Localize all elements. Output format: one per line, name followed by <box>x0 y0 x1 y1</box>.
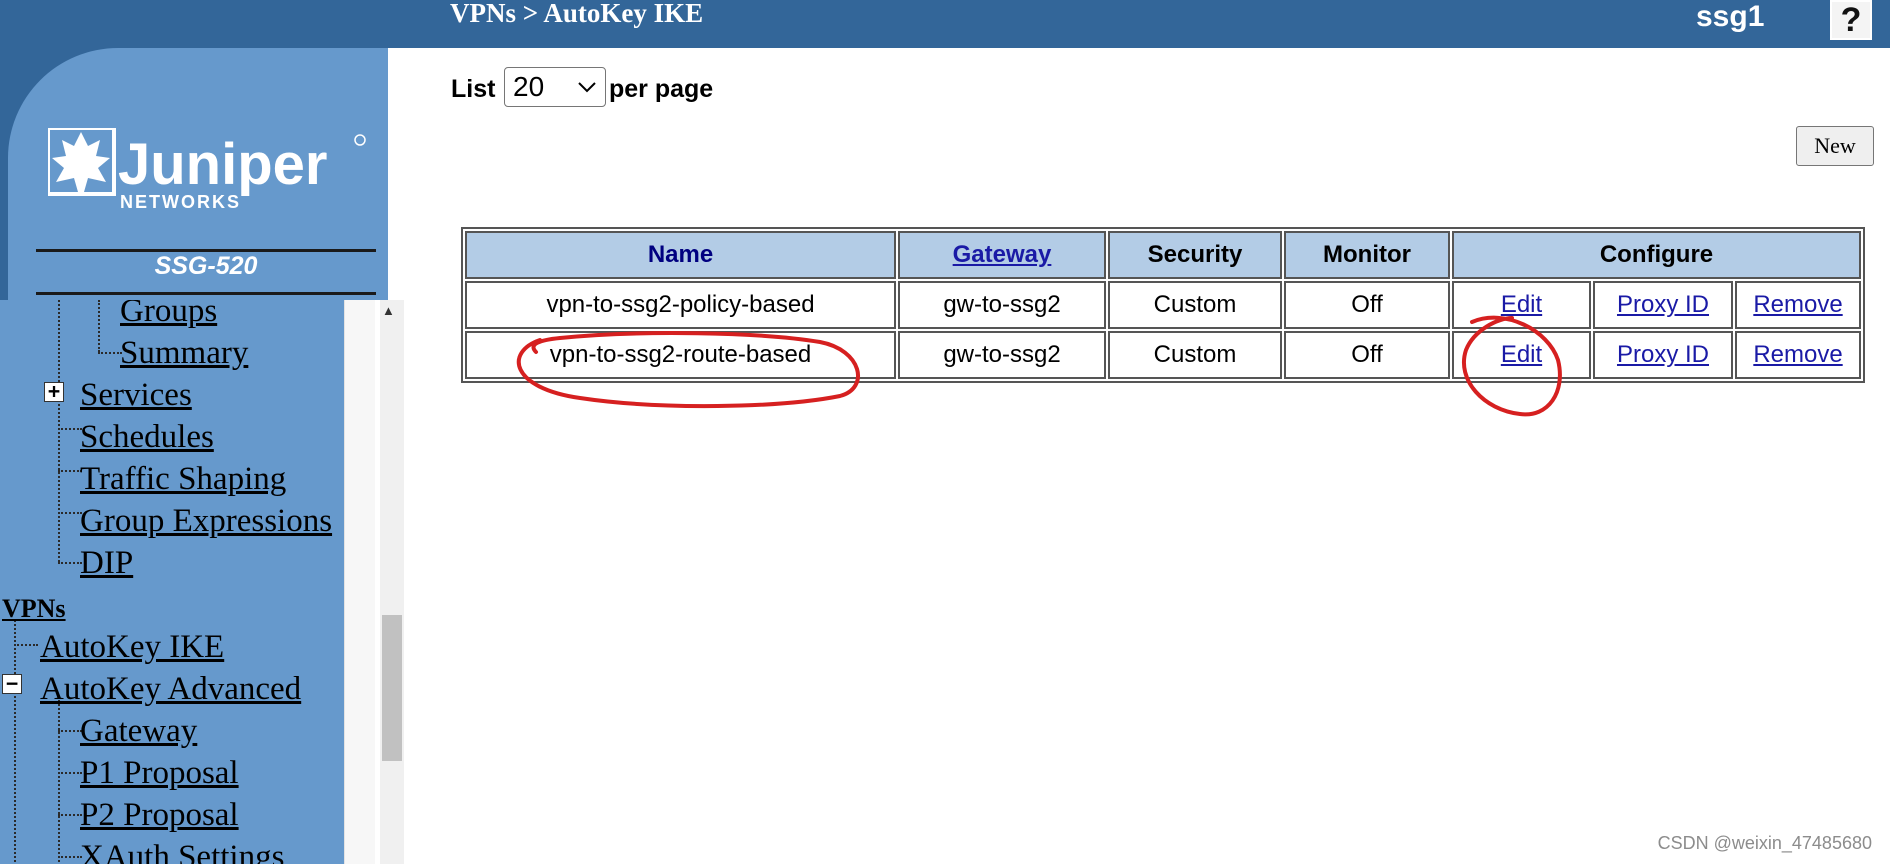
vpn-name-cell: vpn-to-ssg2-route-based <box>465 331 896 379</box>
tree-line <box>58 562 82 564</box>
logo-subtext: NETWORKS <box>120 192 241 212</box>
table-row: vpn-to-ssg2-route-based gw-to-ssg2 Custo… <box>465 331 1861 379</box>
help-button[interactable]: ? <box>1830 0 1872 40</box>
proxy-id-cell: Proxy ID <box>1593 331 1733 379</box>
per-page-select[interactable]: 20 <box>504 67 606 107</box>
nav-item-autokey-advanced[interactable]: AutoKey Advanced <box>40 670 301 708</box>
gateway-cell: gw-to-ssg2 <box>898 281 1106 329</box>
nav-item-p1-proposal[interactable]: P1 Proposal <box>80 754 239 792</box>
nav-item-autokey-ike[interactable]: AutoKey IKE <box>40 628 224 666</box>
remove-link[interactable]: Remove <box>1753 341 1842 368</box>
collapse-icon[interactable]: − <box>2 673 22 694</box>
device-hostname: ssg1 <box>1696 0 1765 33</box>
column-header-monitor: Monitor <box>1284 231 1450 279</box>
logo-panel: Juniper NETWORKS SSG-520 <box>0 48 388 300</box>
gateway-sort-link[interactable]: Gateway <box>953 241 1052 268</box>
table-row: vpn-to-ssg2-policy-based gw-to-ssg2 Cust… <box>465 281 1861 329</box>
autokey-ike-table: Name Gateway Security Monitor Configure … <box>461 227 1865 383</box>
nav-item-vpns[interactable]: VPNs <box>2 590 66 628</box>
tree-line <box>58 772 82 774</box>
column-header-gateway[interactable]: Gateway <box>898 231 1106 279</box>
tree-line <box>58 428 82 430</box>
tree-line <box>58 730 82 732</box>
nav-item-group-expressions[interactable]: Group Expressions <box>80 502 332 540</box>
monitor-cell: Off <box>1284 281 1450 329</box>
proxy-id-cell: Proxy ID <box>1593 281 1733 329</box>
tree-line <box>58 300 60 562</box>
watermark: CSDN @weixin_47485680 <box>1657 833 1872 853</box>
proxy-id-link[interactable]: Proxy ID <box>1617 291 1709 318</box>
tree-line <box>58 814 82 816</box>
chevron-down-icon <box>578 82 596 93</box>
device-model: SSG-520 <box>154 252 258 280</box>
edit-cell: Edit <box>1452 281 1591 329</box>
proxy-id-link[interactable]: Proxy ID <box>1617 341 1709 368</box>
tree-line <box>58 512 82 514</box>
breadcrumb: VPNs > AutoKey IKE <box>450 0 704 28</box>
column-header-name: Name <box>465 231 896 279</box>
edit-link[interactable]: Edit <box>1501 341 1542 368</box>
nav-item-schedules[interactable]: Schedules <box>80 418 214 456</box>
vpn-name-cell: vpn-to-ssg2-policy-based <box>465 281 896 329</box>
security-cell: Custom <box>1108 331 1282 379</box>
column-header-configure: Configure <box>1452 231 1861 279</box>
nav-edge <box>344 300 375 864</box>
juniper-logo: Juniper NETWORKS <box>48 128 366 212</box>
scroll-up-arrow-icon[interactable]: ▲ <box>382 303 395 318</box>
edit-link[interactable]: Edit <box>1501 291 1542 318</box>
logo-panel-background: Juniper NETWORKS SSG-520 <box>8 48 388 300</box>
tree-line <box>58 470 82 472</box>
tree-line <box>14 644 38 646</box>
per-page-label: per page <box>609 75 714 103</box>
nav-item-xauth-settings[interactable]: XAuth Settings <box>80 838 284 864</box>
nav-item-groups[interactable]: Groups <box>120 300 217 330</box>
table-header-row: Name Gateway Security Monitor Configure <box>465 231 1861 279</box>
remove-cell: Remove <box>1735 331 1861 379</box>
nav-item-gateway[interactable]: Gateway <box>80 712 197 750</box>
nav-scrollbar[interactable] <box>380 300 404 864</box>
help-icon: ? <box>1840 0 1862 39</box>
tree-line <box>58 856 82 858</box>
divider-bottom <box>36 292 376 295</box>
tree-line <box>98 352 122 354</box>
nav-item-dip[interactable]: DIP <box>80 544 133 582</box>
nav-item-services[interactable]: Services <box>80 376 192 414</box>
remove-cell: Remove <box>1735 281 1861 329</box>
nav-item-p2-proposal[interactable]: P2 Proposal <box>80 796 239 834</box>
per-page-value: 20 <box>513 71 545 102</box>
tree-line <box>14 620 16 864</box>
monitor-cell: Off <box>1284 331 1450 379</box>
new-button[interactable]: New <box>1796 126 1874 166</box>
gateway-cell: gw-to-ssg2 <box>898 331 1106 379</box>
tree-line <box>98 300 100 352</box>
top-header-bar: VPNs > AutoKey IKE ssg1 ? <box>0 0 1890 48</box>
logo-wordmark: Juniper <box>118 132 328 197</box>
nav-item-traffic-shaping[interactable]: Traffic Shaping <box>80 460 286 498</box>
remove-link[interactable]: Remove <box>1753 291 1842 318</box>
edit-cell: Edit <box>1452 331 1591 379</box>
expand-icon[interactable]: + <box>44 381 64 402</box>
security-cell: Custom <box>1108 281 1282 329</box>
tree-line <box>58 700 60 864</box>
scrollbar-thumb[interactable] <box>382 615 402 761</box>
list-label: List <box>451 75 496 103</box>
nav-item-summary[interactable]: Summary <box>120 334 248 372</box>
column-header-security: Security <box>1108 231 1282 279</box>
left-nav-tree: Groups Summary + Services Schedules Traf… <box>0 300 344 864</box>
